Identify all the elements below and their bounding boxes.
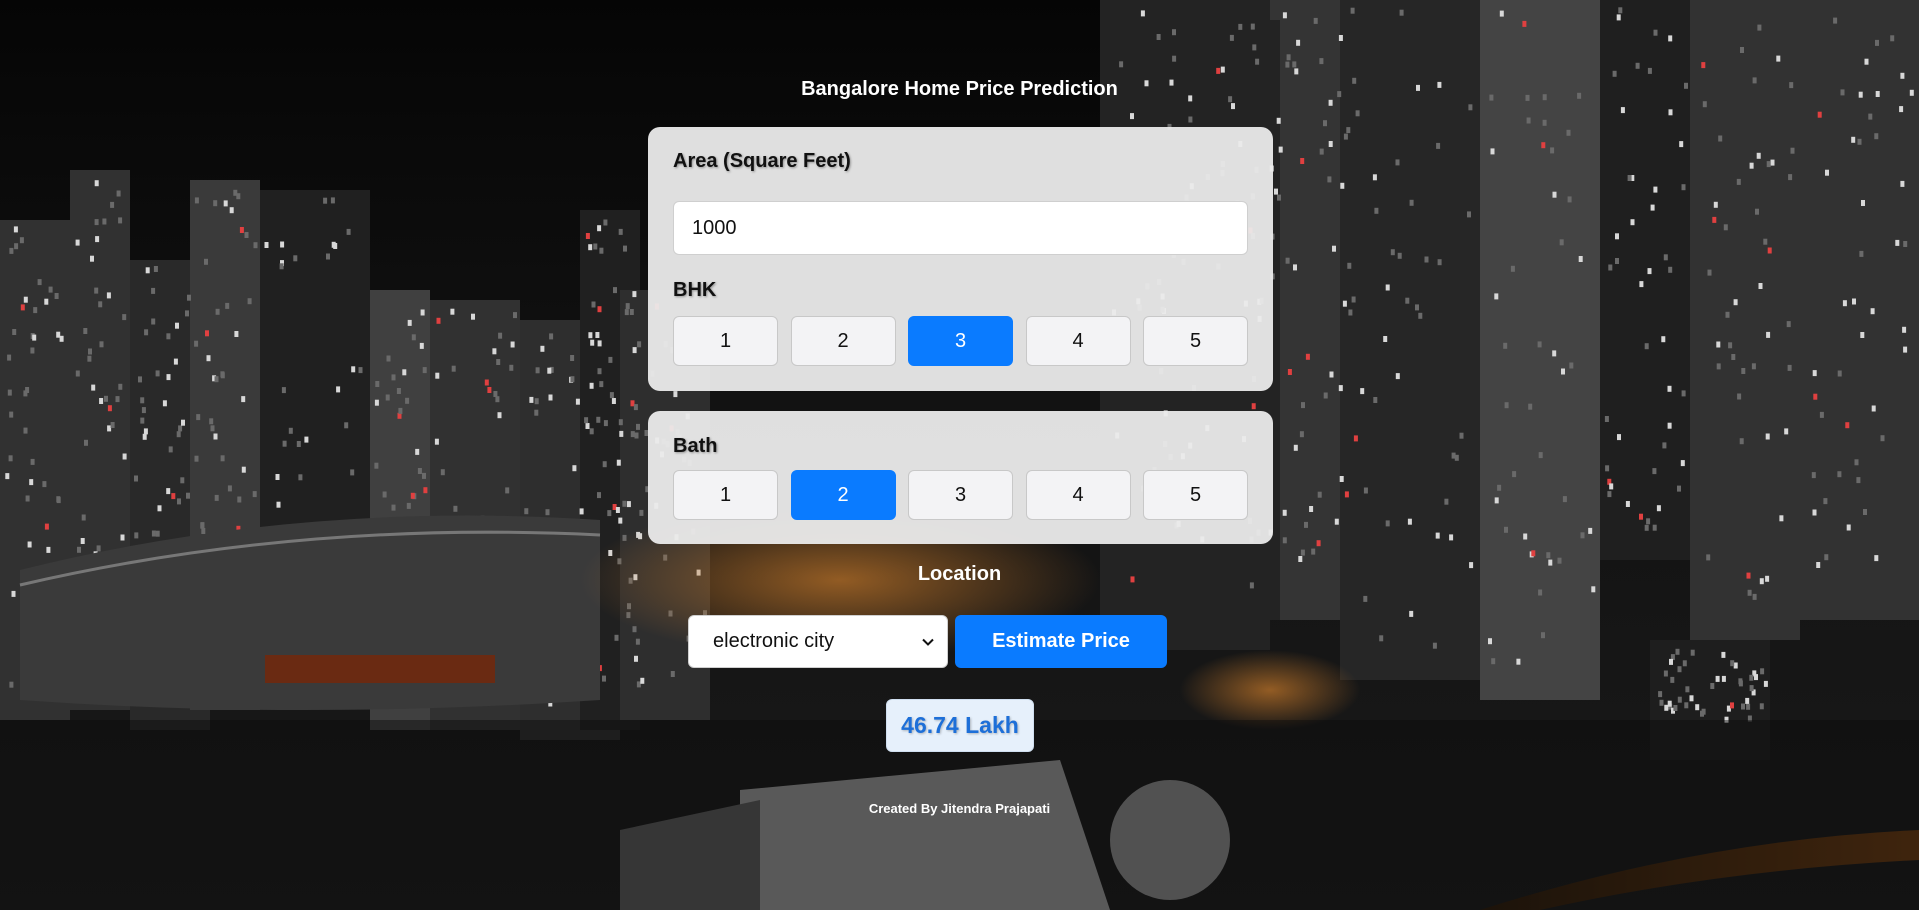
bhk-option-4[interactable]: 4 [1025, 316, 1131, 366]
bhk-option-1[interactable]: 1 [673, 316, 778, 366]
location-select[interactable]: electronic city [688, 615, 948, 668]
area-bhk-card: Area (Square Feet) BHK 1 2 3 4 5 [648, 127, 1273, 391]
page-title: Bangalore Home Price Prediction [801, 78, 1118, 100]
area-label: Area (Square Feet) [673, 150, 851, 172]
bath-option-4[interactable]: 4 [1025, 470, 1131, 520]
footer-credit: Created By Jitendra Prajapati [868, 801, 1051, 816]
location-label: Location [917, 563, 1002, 585]
estimate-price-button[interactable]: Estimate Price [955, 615, 1167, 668]
location-selected-value: electronic city [713, 630, 835, 652]
bhk-option-2[interactable]: 2 [790, 316, 896, 366]
bhk-label: BHK [673, 279, 717, 301]
bath-label: Bath [673, 435, 718, 457]
estimated-price-result: 46.74 Lakh [886, 699, 1034, 752]
bath-options: 1 2 3 4 5 [673, 470, 1248, 520]
bhk-option-3[interactable]: 3 [908, 316, 1013, 366]
bath-option-1[interactable]: 1 [673, 470, 778, 520]
bath-card: Bath 1 2 3 4 5 [648, 411, 1273, 544]
bath-option-5[interactable]: 5 [1143, 470, 1248, 520]
app-container: Bangalore Home Price Prediction Area (Sq… [0, 0, 1919, 910]
bath-option-3[interactable]: 3 [908, 470, 1013, 520]
bath-option-2[interactable]: 2 [790, 470, 896, 520]
area-input[interactable] [673, 201, 1248, 255]
bhk-option-5[interactable]: 5 [1143, 316, 1248, 366]
chevron-down-icon [922, 638, 934, 646]
bhk-options: 1 2 3 4 5 [673, 316, 1248, 366]
